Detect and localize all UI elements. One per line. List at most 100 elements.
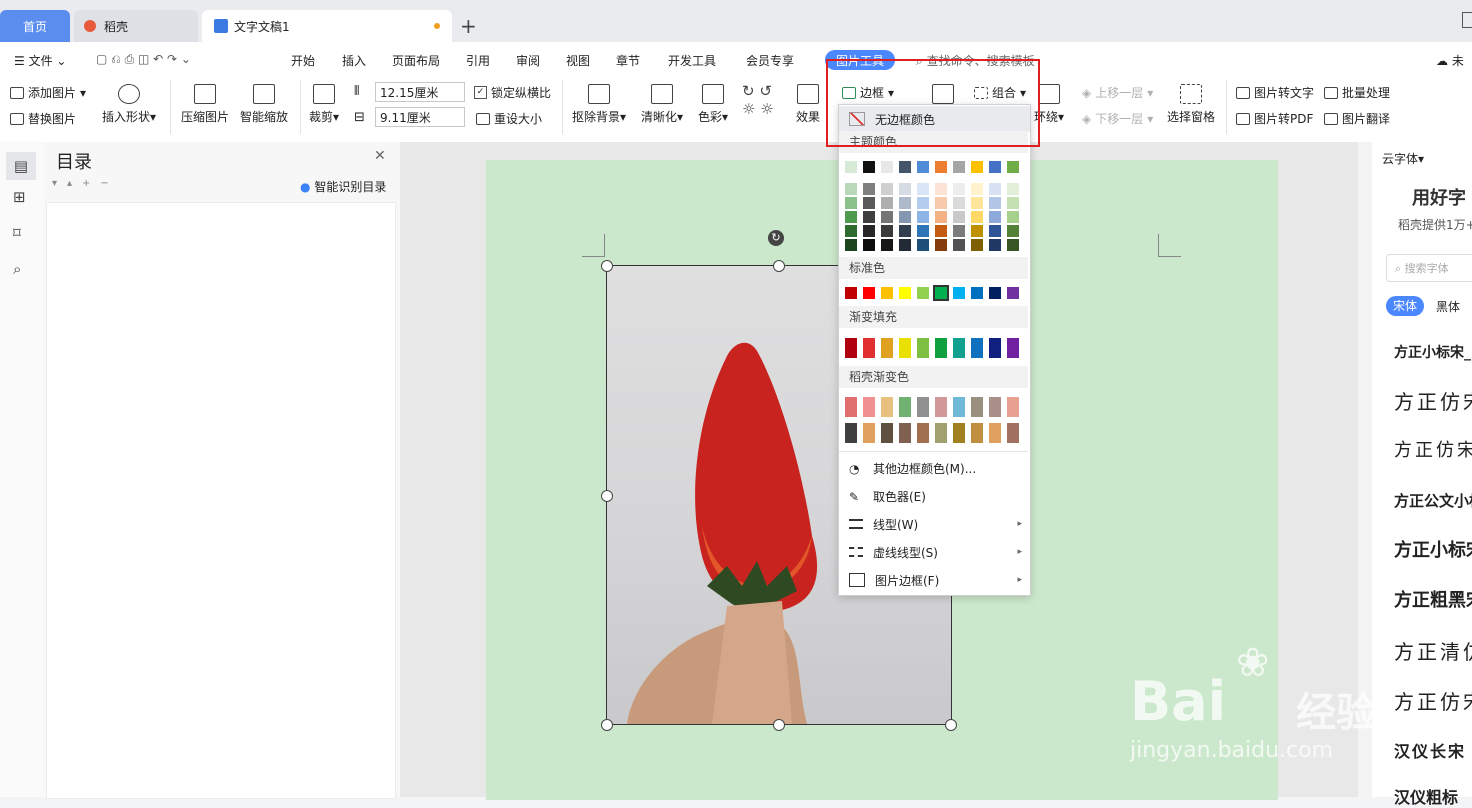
font-sample[interactable]: 方正小标宋_ [1394, 342, 1471, 362]
standard-color-swatch[interactable] [845, 287, 857, 299]
theme-shade-swatch[interactable] [971, 197, 983, 209]
theme-shade-swatch[interactable] [863, 225, 875, 237]
daoke-gradient-swatch[interactable] [917, 423, 929, 443]
close-icon[interactable]: ✕ [374, 148, 386, 164]
tab-daoke[interactable]: 稻壳 [74, 10, 198, 42]
theme-color-swatch[interactable] [971, 161, 983, 173]
theme-shade-swatch[interactable] [953, 225, 965, 237]
color-button[interactable]: 色彩▾ [698, 84, 728, 125]
standard-color-swatch[interactable] [989, 287, 1001, 299]
add-picture-button[interactable]: 添加图片 ▾ [10, 84, 86, 101]
theme-shade-swatch[interactable] [1007, 225, 1019, 237]
font-tab-songti[interactable]: 宋体 [1386, 296, 1424, 316]
eyedropper-item[interactable]: ✎ 取色器(E) [839, 483, 1030, 509]
picture-to-pdf-button[interactable]: 图片转PDF [1236, 110, 1313, 127]
theme-shade-swatch[interactable] [971, 211, 983, 223]
window-icon[interactable] [1462, 12, 1472, 28]
replace-picture-button[interactable]: 替换图片 [10, 110, 76, 127]
menu-review[interactable]: 审阅 [516, 52, 540, 69]
theme-shade-swatch[interactable] [935, 183, 947, 195]
theme-shade-swatch[interactable] [845, 197, 857, 209]
chapter-nav-icon[interactable]: ⊞ [13, 188, 26, 206]
resize-handle[interactable] [601, 719, 613, 731]
theme-shade-swatch[interactable] [935, 225, 947, 237]
theme-shade-swatch[interactable] [899, 225, 911, 237]
font-sample[interactable]: 方正粗黑宋 [1394, 586, 1472, 612]
theme-shade-swatch[interactable] [971, 183, 983, 195]
menu-developer[interactable]: 开发工具 [668, 52, 716, 69]
picture-translate-button[interactable]: 图片翻译 [1324, 110, 1390, 127]
daoke-gradient-swatch[interactable] [971, 397, 983, 417]
selection-pane-button[interactable]: 选择窗格 [1167, 84, 1215, 125]
search-nav-icon[interactable]: ⌕ [13, 260, 21, 278]
theme-shade-swatch[interactable] [1007, 211, 1019, 223]
theme-shade-swatch[interactable] [845, 225, 857, 237]
daoke-gradient-swatch[interactable] [1007, 423, 1019, 443]
gradient-swatch[interactable] [881, 338, 893, 358]
picture-border-item[interactable]: 图片边框(F) ▸ [839, 567, 1030, 593]
daoke-gradient-swatch[interactable] [1007, 397, 1019, 417]
resize-handle[interactable] [773, 260, 785, 272]
daoke-gradient-swatch[interactable] [881, 423, 893, 443]
standard-color-swatch[interactable] [863, 287, 875, 299]
theme-shade-swatch[interactable] [971, 239, 983, 251]
bookmark-icon[interactable]: ⌑ [13, 224, 21, 242]
theme-shade-swatch[interactable] [917, 211, 929, 223]
toc-level-buttons[interactable]: ▾▴+− [52, 178, 119, 189]
gradient-swatch[interactable] [845, 338, 857, 358]
theme-color-swatch[interactable] [917, 161, 929, 173]
theme-shade-swatch[interactable] [1007, 197, 1019, 209]
resize-handle[interactable] [601, 260, 613, 272]
gradient-swatch[interactable] [1007, 338, 1019, 358]
gradient-swatch[interactable] [863, 338, 875, 358]
font-sample[interactable]: 方正小标宋 [1394, 536, 1472, 562]
gradient-swatch[interactable] [953, 338, 965, 358]
daoke-gradient-swatch[interactable] [899, 423, 911, 443]
theme-shade-swatch[interactable] [953, 183, 965, 195]
theme-shade-swatch[interactable] [845, 211, 857, 223]
reset-size-button[interactable]: 重设大小 [476, 110, 542, 127]
daoke-gradient-swatch[interactable] [845, 397, 857, 417]
line-type-item[interactable]: 线型(W) ▸ [839, 511, 1030, 537]
theme-shade-swatch[interactable] [881, 239, 893, 251]
theme-color-swatch[interactable] [881, 161, 893, 173]
cloud-sync[interactable]: ☁ 未 [1436, 52, 1464, 69]
menu-chapter[interactable]: 章节 [616, 52, 640, 69]
smart-zoom-button[interactable]: 智能缩放 [240, 84, 288, 125]
daoke-gradient-swatch[interactable] [971, 423, 983, 443]
quick-access-icons[interactable]: ▢ ⎌ ⎙ ◫ ↶ ↷ ⌄ [96, 52, 191, 67]
daoke-gradient-swatch[interactable] [989, 423, 1001, 443]
theme-shade-swatch[interactable] [989, 225, 1001, 237]
width-input[interactable]: 12.15厘米 [375, 82, 465, 102]
daoke-gradient-swatch[interactable] [917, 397, 929, 417]
theme-shade-swatch[interactable] [899, 211, 911, 223]
font-search-input[interactable]: ⌕ 搜索字体 [1386, 254, 1472, 282]
theme-shade-swatch[interactable] [881, 211, 893, 223]
daoke-gradient-swatch[interactable] [863, 423, 875, 443]
theme-color-swatch[interactable] [935, 161, 947, 173]
daoke-gradient-swatch[interactable] [935, 423, 947, 443]
gradient-swatch[interactable] [899, 338, 911, 358]
theme-color-swatch[interactable] [989, 161, 1001, 173]
rotate-handle-icon[interactable]: ↻ [768, 230, 784, 246]
theme-shade-swatch[interactable] [845, 183, 857, 195]
theme-shade-swatch[interactable] [899, 197, 911, 209]
theme-shade-swatch[interactable] [899, 239, 911, 251]
theme-shade-swatch[interactable] [989, 197, 1001, 209]
theme-shade-swatch[interactable] [935, 211, 947, 223]
toc-nav-icon[interactable]: ▤ [6, 152, 36, 180]
tab-document[interactable]: 文字文稿1 [202, 10, 452, 42]
smart-toc-button[interactable]: ● 智能识别目录 [300, 178, 386, 195]
dash-type-item[interactable]: 虚线线型(S) ▸ [839, 539, 1030, 565]
theme-shade-swatch[interactable] [863, 183, 875, 195]
batch-process-button[interactable]: 批量处理 [1324, 84, 1390, 101]
cloud-font-dropdown[interactable]: 云字体▾ [1382, 150, 1424, 167]
gradient-swatch[interactable] [917, 338, 929, 358]
lock-aspect-checkbox[interactable]: ✓ 锁定纵横比 [474, 84, 551, 101]
font-sample[interactable]: 方正仿宋 [1394, 386, 1472, 415]
theme-shade-swatch[interactable] [953, 239, 965, 251]
remove-background-button[interactable]: 抠除背景▾ [572, 84, 626, 125]
menu-references[interactable]: 引用 [466, 52, 490, 69]
theme-shade-swatch[interactable] [935, 197, 947, 209]
new-tab-plus-icon[interactable]: + [460, 14, 477, 38]
